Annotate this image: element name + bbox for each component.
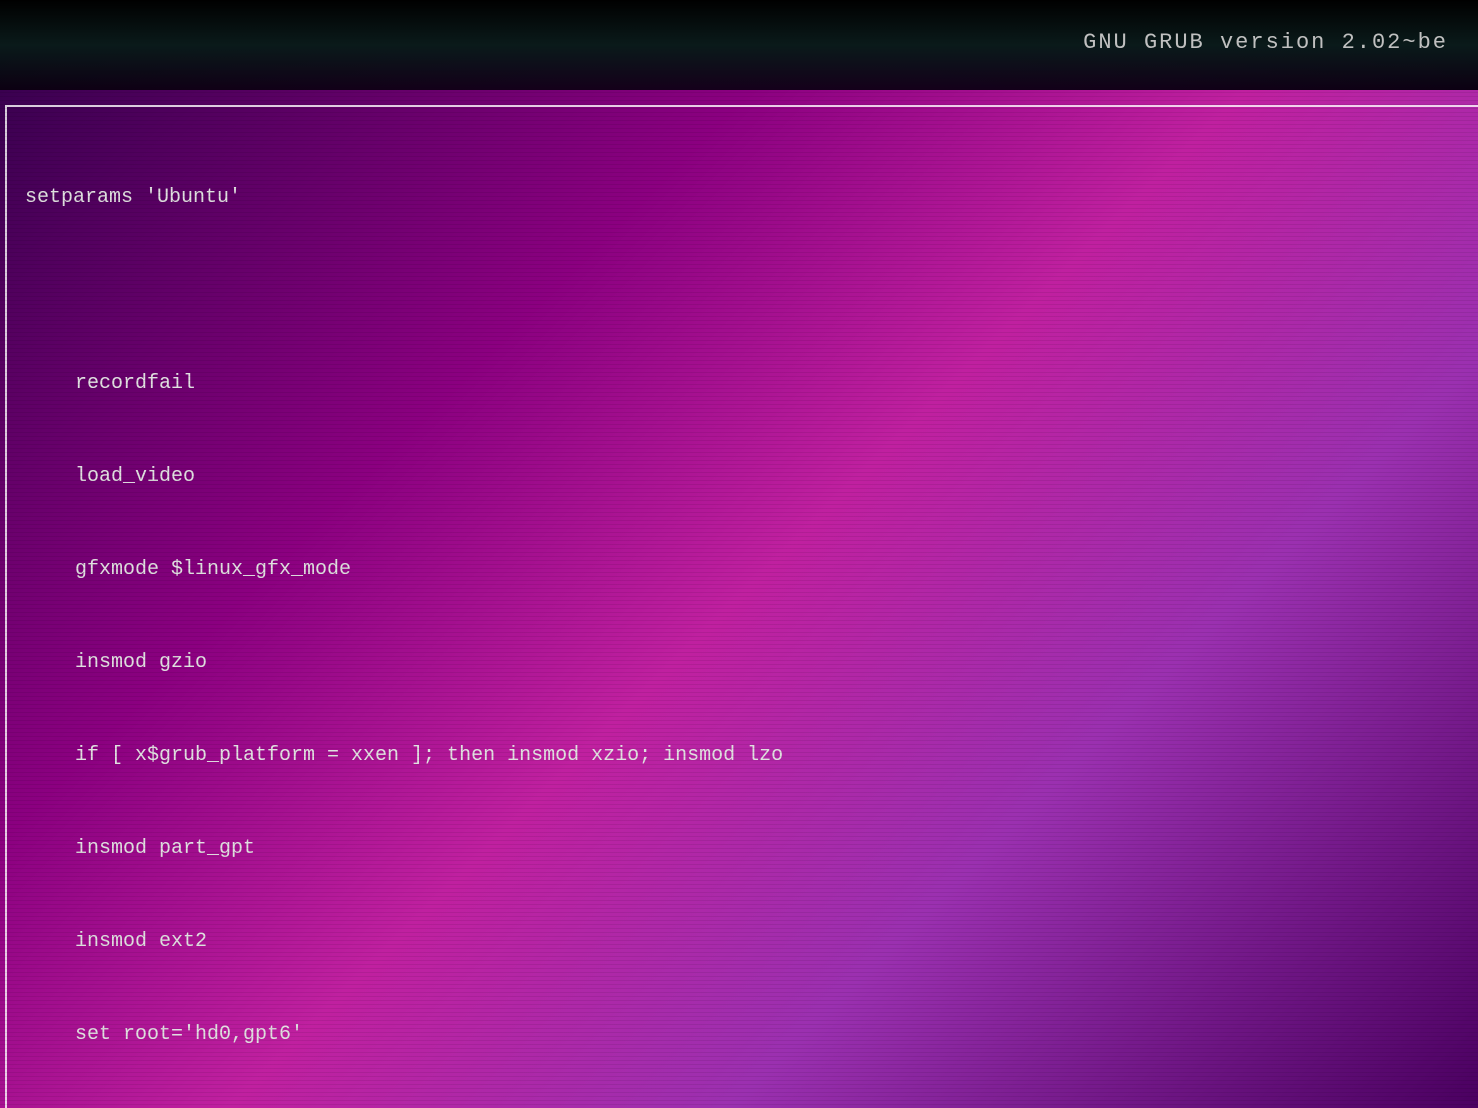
line-if-xen: if [ x$grub_platform = xxen ]; then insm… (25, 740, 1463, 771)
line-insmod-ext2: insmod ext2 (25, 926, 1463, 957)
line-recordfail: recordfail (25, 368, 1463, 399)
line-blank (25, 275, 1463, 306)
grub-header: GNU GRUB version 2.02~be (1083, 30, 1448, 55)
line-insmod-gzio: insmod gzio (25, 647, 1463, 678)
line-setparams: setparams 'Ubuntu' (25, 182, 1463, 213)
line-load-video: load_video (25, 461, 1463, 492)
line-set-root: set root='hd0,gpt6' (25, 1019, 1463, 1050)
terminal-area: setparams 'Ubuntu' recordfail load_video… (0, 90, 1478, 1108)
screen-container: GNU GRUB version 2.02~be setparams 'Ubun… (0, 0, 1478, 1108)
terminal-content: setparams 'Ubuntu' recordfail load_video… (10, 110, 1478, 1108)
top-bezel: GNU GRUB version 2.02~be (0, 0, 1478, 90)
line-insmod-gpt: insmod part_gpt (25, 833, 1463, 864)
line-gfxmode: gfxmode $linux_gfx_mode (25, 554, 1463, 585)
